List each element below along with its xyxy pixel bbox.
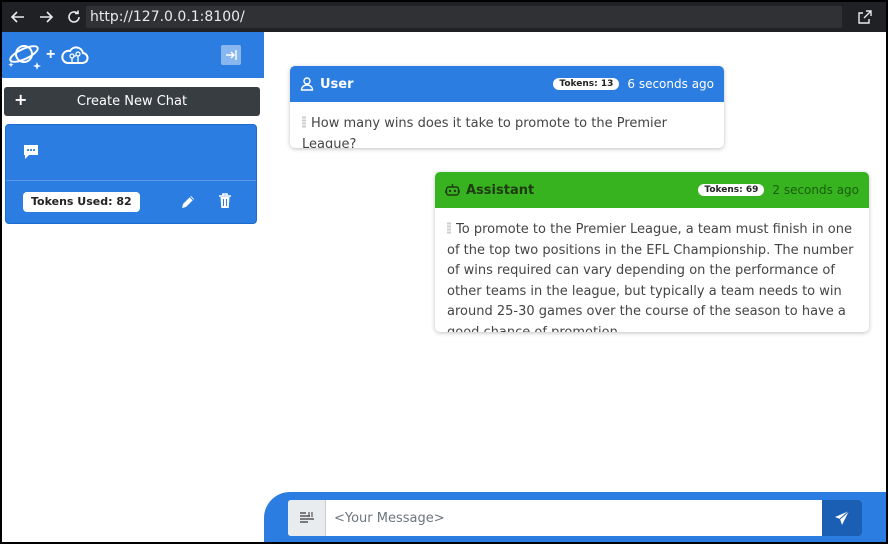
collapse-sidebar-button[interactable] bbox=[221, 45, 241, 65]
user-icon bbox=[300, 77, 314, 91]
arrow-right-to-line-icon bbox=[226, 50, 237, 60]
address-bar[interactable]: http://127.0.0.1:8100/ bbox=[86, 6, 842, 28]
message-text: How many wins does it take to promote to… bbox=[302, 116, 668, 148]
back-button[interactable] bbox=[6, 5, 30, 29]
pencil-icon[interactable] bbox=[180, 194, 196, 210]
message-role: User bbox=[320, 76, 354, 92]
user-message-header: User Tokens: 13 6 seconds ago bbox=[290, 66, 724, 102]
message-timestamp: 2 seconds ago bbox=[772, 183, 859, 197]
message-input-bar bbox=[264, 492, 886, 542]
message-input[interactable] bbox=[326, 500, 822, 536]
user-message-card: User Tokens: 13 6 seconds ago How many w… bbox=[290, 66, 724, 148]
token-count-badge: Tokens: 13 bbox=[553, 78, 620, 90]
sidebar: + + Create New Chat Tokens Used: 82 bbox=[2, 32, 264, 542]
message-input-group bbox=[288, 500, 862, 536]
create-new-chat-button[interactable]: + Create New Chat bbox=[4, 87, 260, 116]
card-divider bbox=[6, 180, 256, 181]
arrow-left-icon bbox=[10, 11, 24, 23]
assistant-message-card: Assistant Tokens: 69 2 seconds ago To pr… bbox=[435, 172, 869, 332]
send-button[interactable] bbox=[822, 500, 862, 536]
user-message-body: How many wins does it take to promote to… bbox=[290, 102, 724, 148]
message-role: Assistant bbox=[466, 182, 535, 198]
assistant-message-header: Assistant Tokens: 69 2 seconds ago bbox=[435, 172, 869, 208]
chat-area: User Tokens: 13 6 seconds ago How many w… bbox=[264, 32, 886, 542]
text-lines-icon bbox=[299, 512, 314, 523]
trash-icon[interactable] bbox=[218, 193, 232, 209]
reload-button[interactable] bbox=[62, 5, 86, 29]
external-link-icon bbox=[858, 10, 872, 24]
arrow-right-icon bbox=[40, 11, 54, 23]
drag-handle-icon[interactable] bbox=[447, 222, 451, 234]
token-count-badge: Tokens: 69 bbox=[698, 184, 765, 196]
create-new-chat-label: Create New Chat bbox=[76, 94, 188, 109]
cloud-brain-icon bbox=[61, 46, 89, 64]
send-icon bbox=[835, 510, 850, 525]
browser-toolbar: http://127.0.0.1:8100/ bbox=[2, 2, 886, 32]
assistant-message-body: To promote to the Premier League, a team… bbox=[435, 208, 869, 332]
message-timestamp: 6 seconds ago bbox=[627, 77, 714, 91]
open-external-button[interactable] bbox=[854, 6, 876, 28]
app-logo: + bbox=[8, 40, 89, 70]
forward-button[interactable] bbox=[34, 5, 58, 29]
chat-list-item[interactable]: Tokens Used: 82 bbox=[5, 124, 257, 224]
reload-icon bbox=[68, 10, 80, 23]
chat-bubble-icon bbox=[24, 145, 38, 159]
tokens-used-badge: Tokens Used: 82 bbox=[23, 192, 140, 212]
drag-handle-icon[interactable] bbox=[302, 116, 306, 128]
text-format-button[interactable] bbox=[288, 500, 326, 536]
plus-icon: + bbox=[14, 90, 28, 109]
robot-icon bbox=[445, 184, 460, 196]
sidebar-header: + bbox=[2, 32, 264, 78]
app-window: http://127.0.0.1:8100/ + + Create New Ch… bbox=[2, 2, 886, 542]
message-text: To promote to the Premier League, a team… bbox=[447, 222, 854, 332]
planet-icon bbox=[8, 45, 41, 70]
logo-plus: + bbox=[46, 46, 56, 63]
